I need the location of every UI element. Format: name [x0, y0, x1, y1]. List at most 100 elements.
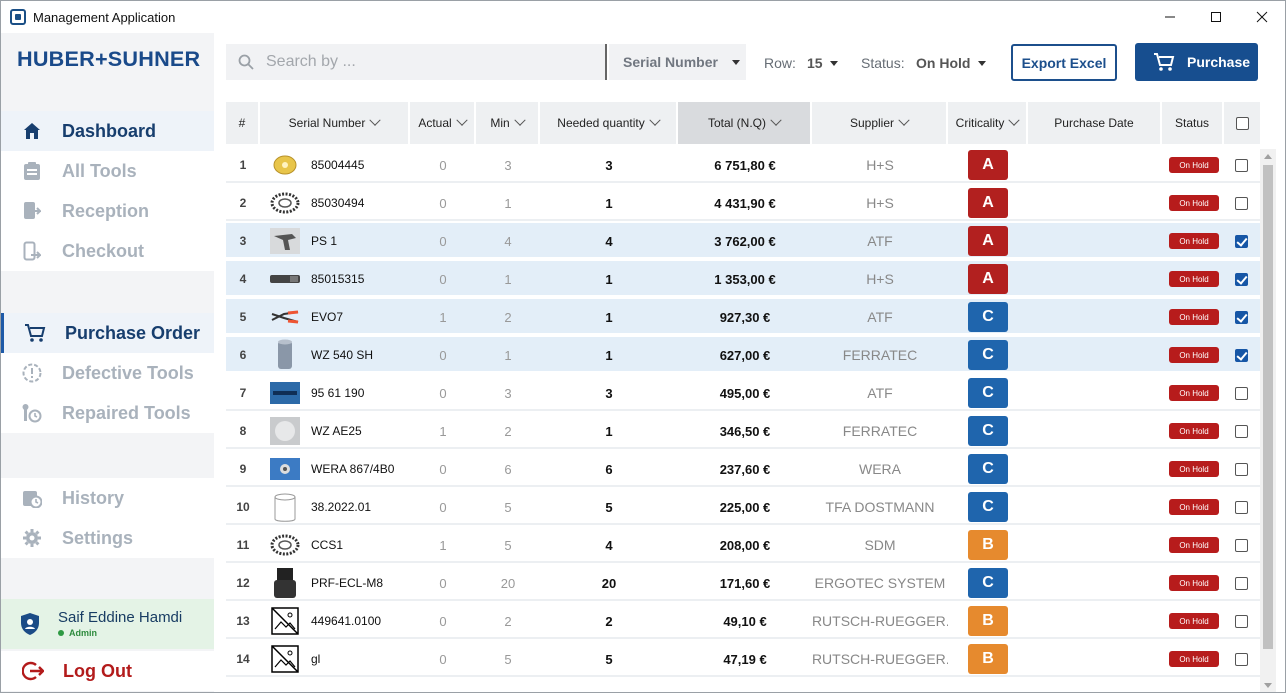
tool-thumbnail — [270, 527, 300, 563]
row-checkbox[interactable] — [1235, 272, 1248, 286]
table-row[interactable]: 5 EVO7 1 2 1 927,30 € ATF C On Hold — [226, 299, 1260, 335]
row-checkbox[interactable] — [1235, 196, 1248, 210]
min-qty: 1 — [504, 271, 512, 287]
table-row[interactable]: 2 85030494 0 1 1 4 431,90 € H+S A On Hold — [226, 185, 1260, 221]
row-checkbox[interactable] — [1235, 424, 1248, 438]
col-header-supplier[interactable]: Supplier — [812, 102, 948, 144]
criticality-cell: A — [968, 223, 1008, 259]
total-amount: 6 751,80 € — [714, 157, 776, 173]
row-checkbox-cell[interactable] — [1234, 261, 1249, 297]
status-chevron-down-icon[interactable] — [978, 61, 986, 66]
search-input[interactable]: Search by ... — [226, 44, 607, 80]
maximize-button[interactable] — [1193, 1, 1239, 33]
row-checkbox-cell[interactable] — [1234, 603, 1249, 639]
row-checkbox[interactable] — [1235, 652, 1248, 666]
status-cell: On Hold — [1169, 299, 1219, 335]
nav-dashboard[interactable]: Dashboard — [1, 111, 214, 151]
supplier: ATF — [867, 385, 893, 401]
nav-defective-tools[interactable]: Defective Tools — [1, 353, 214, 393]
status-badge: On Hold — [1169, 537, 1219, 553]
nav-checkout[interactable]: Checkout — [1, 231, 214, 271]
row-checkbox-cell[interactable] — [1234, 641, 1249, 677]
criticality-cell: A — [968, 261, 1008, 297]
row-checkbox-cell[interactable] — [1234, 223, 1249, 259]
row-checkbox[interactable] — [1235, 462, 1248, 476]
col-header-actual[interactable]: Actual — [410, 102, 476, 144]
nav-purchase-order[interactable]: Purchase Order — [1, 313, 214, 353]
row-checkbox-cell[interactable] — [1234, 527, 1249, 563]
supplier: H+S — [866, 195, 894, 211]
col-header-total[interactable]: Total (N.Q) — [678, 102, 812, 144]
row-checkbox-cell[interactable] — [1234, 185, 1249, 221]
table-row[interactable]: 6 WZ 540 SH 0 1 1 627,00 € FERRATEC C On Hold — [226, 337, 1260, 373]
table-row[interactable]: 12 PRF-ECL-M8 0 20 20 171,60 € ERGOTEC SYSTEM C… — [226, 565, 1260, 601]
status-select[interactable]: On Hold — [916, 55, 970, 71]
row-checkbox[interactable] — [1235, 158, 1248, 172]
col-header-needed[interactable]: Needed quantity — [540, 102, 678, 144]
row-checkbox[interactable] — [1235, 614, 1248, 628]
table-row[interactable]: 13449641.010002249,10 €BRUTSCH-RUEGGER..… — [226, 603, 1260, 639]
col-header-serial[interactable]: Serial Number — [260, 102, 410, 144]
nav-reception[interactable]: Reception — [1, 191, 214, 231]
row-checkbox[interactable] — [1235, 234, 1248, 248]
row-checkbox[interactable] — [1235, 500, 1248, 514]
nav-all-tools[interactable]: All Tools — [1, 151, 214, 191]
supplier: SDM — [864, 537, 896, 553]
status-cell: On Hold — [1169, 413, 1219, 449]
col-header-criticality[interactable]: Criticality — [948, 102, 1028, 144]
status-badge: On Hold — [1169, 195, 1219, 211]
close-button[interactable] — [1239, 1, 1285, 33]
user-profile[interactable]: Saif Eddine Hamdi Admin — [1, 599, 214, 649]
row-checkbox-cell[interactable] — [1234, 565, 1249, 601]
status-badge: On Hold — [1169, 271, 1219, 287]
row-select[interactable]: 15 — [807, 55, 823, 71]
row-checkbox-cell[interactable] — [1234, 337, 1249, 373]
table-row[interactable]: 1 85004445 0 3 3 6 751,80 € H+S A On Hold — [226, 147, 1260, 183]
table-row[interactable]: 8 WZ AE25 1 2 1 346,50 € FERRATEC C On Hold — [226, 413, 1260, 449]
table-row[interactable]: 7 95 61 190 0 3 3 495,00 € ATF C On Hold — [226, 375, 1260, 411]
row-checkbox-cell[interactable] — [1234, 299, 1249, 335]
col-header-min[interactable]: Min — [476, 102, 540, 144]
col-header-select-all[interactable] — [1224, 102, 1260, 144]
row-checkbox[interactable] — [1235, 576, 1248, 590]
scroll-thumb[interactable] — [1263, 165, 1273, 649]
search-by-value: Serial Number — [623, 54, 718, 70]
status-cell: On Hold — [1169, 147, 1219, 183]
row-checkbox-cell[interactable] — [1234, 451, 1249, 487]
table-row[interactable]: 11 CCS1 1 5 4 208,00 € SDM B On Hold — [226, 527, 1260, 563]
nav-history[interactable]: History — [1, 478, 214, 518]
row-checkbox[interactable] — [1235, 310, 1248, 324]
col-header-status[interactable]: Status — [1162, 102, 1224, 144]
row-checkbox[interactable] — [1235, 386, 1248, 400]
row-checkbox-cell[interactable] — [1234, 489, 1249, 525]
search-by-select[interactable]: Serial Number — [609, 44, 746, 80]
nav-settings[interactable]: Settings — [1, 518, 214, 558]
needed-qty: 5 — [605, 499, 613, 515]
status-cell: On Hold — [1169, 527, 1219, 563]
vertical-scrollbar[interactable] — [1260, 149, 1276, 692]
nav-repaired-tools[interactable]: Repaired Tools — [1, 393, 214, 433]
total-amount: 1 353,00 € — [714, 271, 776, 287]
row-chevron-down-icon[interactable] — [830, 61, 838, 66]
minimize-button[interactable] — [1147, 1, 1193, 33]
row-checkbox-cell[interactable] — [1234, 413, 1249, 449]
criticality-cell: B — [968, 641, 1008, 677]
table-row[interactable]: 10 38.2022.01 0 5 5 225,00 € TFA DOSTMANN C On H… — [226, 489, 1260, 525]
export-excel-button[interactable]: Export Excel — [1011, 44, 1117, 81]
row-checkbox-cell[interactable] — [1234, 375, 1249, 411]
row-index: 5 — [239, 310, 247, 324]
logout-label: Log Out — [63, 660, 132, 681]
table-row[interactable]: 4 85015315 0 1 1 1 353,00 € H+S A On Hold — [226, 261, 1260, 297]
table-row[interactable]: 3 PS 10443 762,00 € ATF A On Hold — [226, 223, 1260, 259]
table-row[interactable]: 9 WERA 867/4B0 0 6 6 237,60 € WERA C On Hold — [226, 451, 1260, 487]
row-checkbox-cell[interactable] — [1234, 147, 1249, 183]
criticality-cell: C — [968, 299, 1008, 335]
table-row[interactable]: 14gl05547,19 €BRUTSCH-RUEGGER...BOn Hold — [226, 641, 1260, 677]
logout-button[interactable]: Log Out — [1, 651, 214, 691]
col-header-purchase-date[interactable]: Purchase Date — [1028, 102, 1162, 144]
row-checkbox[interactable] — [1235, 348, 1248, 362]
purchase-button[interactable]: Purchase — [1135, 43, 1258, 81]
criticality-cell: A — [968, 147, 1008, 183]
nav-group-orders: Purchase Order Defective Tools Repaired … — [1, 313, 214, 433]
row-checkbox[interactable] — [1235, 538, 1248, 552]
